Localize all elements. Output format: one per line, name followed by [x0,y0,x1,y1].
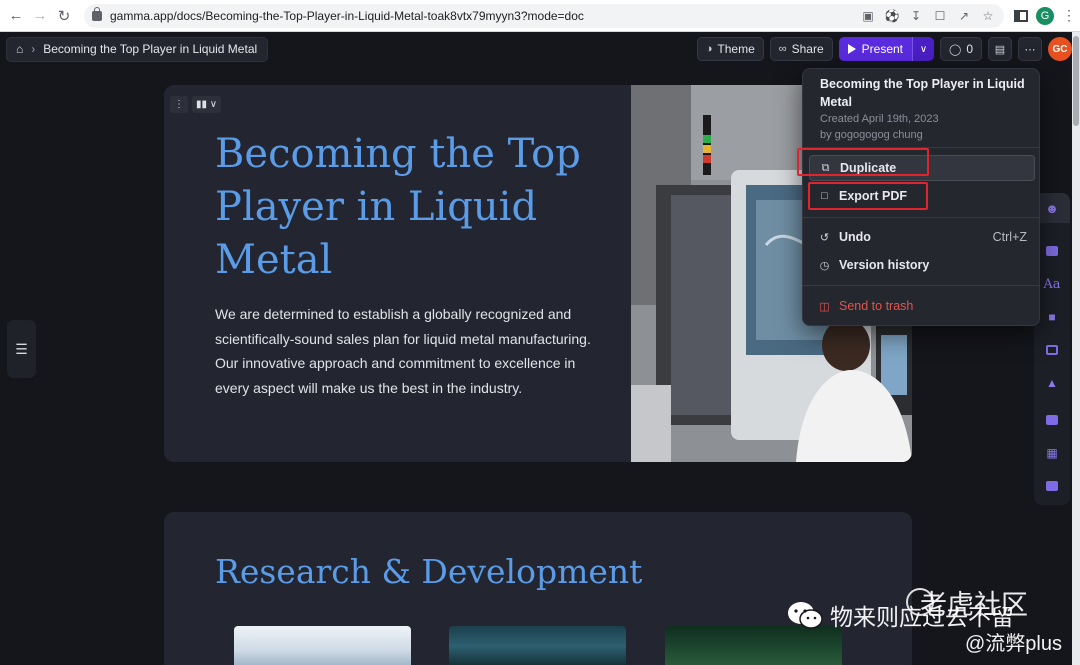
created-date: Created April 19th, 2023 [820,113,939,125]
trash-icon: ◫ [819,300,830,313]
card-layout-button[interactable]: ▮▮ ∨ [192,96,222,113]
play-icon [847,44,856,54]
author: by gogogogog chung [820,129,923,141]
url-text[interactable]: gamma.app/docs/Becoming-the-Top-Player-i… [110,9,584,23]
watermark-handle: @流弊plus [965,633,1062,655]
layout-icon [1046,345,1058,355]
palette-icon: ◑ [705,43,713,55]
templates-icon [1046,246,1058,256]
browser-menu-icon[interactable]: ⋮ [1062,7,1076,24]
clock-icon: ◷ [819,259,830,272]
profile-avatar[interactable]: G [1036,6,1054,25]
forward-arrow-icon[interactable]: → [28,4,52,28]
intro-paragraph[interactable]: We are determined to establish a globall… [215,302,595,400]
undo-menu-item[interactable]: ↺ Undo Ctrl+Z [809,224,1035,250]
link-icon: ∞ [778,43,787,55]
breadcrumb[interactable]: ⌂ › Becoming the Top Player in Liquid Me… [6,36,269,62]
user-avatar[interactable]: GC [1048,37,1072,61]
lab-thumbnail-image[interactable] [234,626,411,665]
embed-button[interactable] [1034,475,1070,497]
more-options-button[interactable]: ⋯ [1018,37,1042,61]
scrollbar-thumb[interactable] [1073,36,1079,126]
theme-button[interactable]: ◑ Theme [696,37,764,61]
translate-icon[interactable]: ☐ [932,9,948,23]
outline-menu-button[interactable]: ☰ [7,320,36,378]
present-button[interactable]: Present [838,37,912,61]
send-to-trash-label: Send to trash [839,299,914,313]
menu-doc-title: Becoming the Top Player in Liquid Metal [820,77,1025,109]
ellipsis-icon: ⋯ [1024,43,1036,56]
comment-icon: ◯ [949,43,962,56]
share-label: Share [791,42,824,56]
chevron-down-icon: ∨ [919,43,928,55]
researcher-thumbnail-image[interactable] [449,626,626,665]
comments-button[interactable]: ◯ 0 [940,37,982,61]
comment-count: 0 [966,42,973,56]
share-button[interactable]: ∞ Share [769,37,833,61]
duplicate-highlight-box [797,148,929,176]
home-icon[interactable]: ⌂ [16,42,23,56]
shapes-button[interactable]: ▲ [1034,372,1070,394]
chevron-right-icon: › [31,42,36,56]
embed-icon [1046,481,1058,491]
card-tools: ⋮ ▮▮ ∨ [170,96,222,113]
table-icon: ▦ [1046,446,1058,460]
theme-label: Theme [717,42,755,56]
section-heading[interactable]: Research & Development [215,552,642,592]
doc-toolbar: ◑ Theme ∞ Share Present ∨ ◯ 0 ▤ ⋯ GC [696,37,1072,61]
present-dropdown-button[interactable]: ∨ [912,37,934,61]
image-button[interactable] [1034,409,1070,431]
key-icon[interactable]: ⚽ [884,9,900,23]
scrollbar-track[interactable] [1072,32,1080,665]
export-pdf-highlight-box [808,182,928,210]
undo-shortcut: Ctrl+Z [992,230,1027,244]
present-group: Present ∨ [838,37,934,61]
present-label: Present [861,42,903,56]
share-page-icon[interactable]: ↗ [956,9,972,23]
hamburger-icon: ☰ [15,340,28,357]
install-icon[interactable]: ↧ [908,9,924,23]
send-to-trash-menu-item[interactable]: ◫ Send to trash [809,293,1035,319]
menu-divider [803,285,1039,286]
lock-icon [92,6,102,21]
bar-chart-icon: ▤ [994,43,1006,56]
undo-icon: ↺ [819,231,830,244]
address-bar[interactable]: gamma.app/docs/Becoming-the-Top-Player-i… [84,3,1004,28]
robot-icon: ☻ [1045,200,1059,216]
app-header: ⌂ › Becoming the Top Player in Liquid Me… [0,32,1080,66]
shapes-icon: ▲ [1046,376,1058,390]
menu-divider [803,217,1039,218]
callout-icon: ■ [1048,310,1056,324]
breadcrumb-title[interactable]: Becoming the Top Player in Liquid Metal [43,42,257,56]
menu-doc-meta: Created April 19th, 2023 by gogogogog ch… [820,111,939,143]
undo-label: Undo [839,230,871,244]
layout-button[interactable] [1034,339,1070,361]
reload-icon[interactable]: ↻ [52,4,76,28]
card-drag-handle[interactable]: ⋮ [170,96,188,113]
version-history-label: Version history [839,258,930,272]
page-title[interactable]: Becoming the Top Player in Liquid Metal [215,128,610,287]
version-history-menu-item[interactable]: ◷ Version history [809,252,1035,278]
table-button[interactable]: ▦ [1034,442,1070,464]
image-icon [1046,415,1058,425]
side-panel-icon[interactable] [1014,9,1028,22]
blocked-popup-icon[interactable]: ▣ [860,9,876,23]
bookmark-star-icon[interactable]: ☆ [980,9,996,23]
back-arrow-icon[interactable]: ← [4,4,28,28]
analytics-button[interactable]: ▤ [988,37,1012,61]
browser-toolbar: ← → ↻ gamma.app/docs/Becoming-the-Top-Pl… [0,0,1080,32]
text-styles-icon: Aa [1043,276,1061,292]
